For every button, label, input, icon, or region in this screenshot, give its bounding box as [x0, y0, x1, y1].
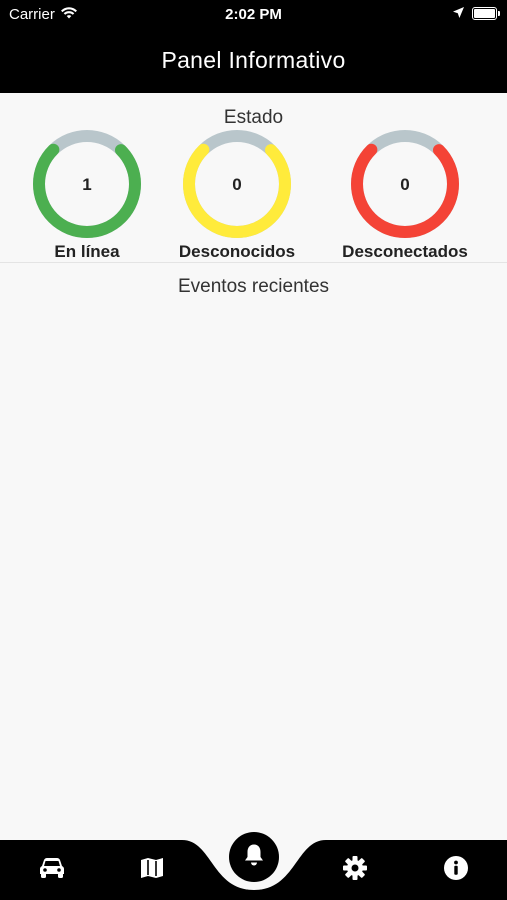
location-arrow-icon — [453, 5, 464, 22]
section-divider — [0, 262, 507, 263]
dashboard-screen: Carrier 2:02 PM Panel Informativo Estado — [0, 0, 507, 900]
clock: 2:02 PM — [225, 6, 282, 23]
gauge-disconnected-value: 0 — [400, 175, 410, 194]
nav-vehicles-button[interactable] — [37, 855, 67, 885]
nav-map-button[interactable] — [137, 855, 167, 885]
map-icon — [140, 857, 164, 884]
events-list[interactable] — [0, 300, 507, 838]
status-bar: Carrier 2:02 PM — [0, 0, 507, 28]
car-icon — [39, 857, 65, 884]
gauge-online-label: En línea — [54, 242, 120, 261]
gauge-online: 1 En línea — [27, 128, 147, 262]
events-section-title: Eventos recientes — [177, 276, 330, 297]
gauge-online-value: 1 — [82, 175, 92, 194]
bell-icon — [243, 843, 265, 872]
gauge-unknown: 0 Desconocidos — [177, 128, 297, 262]
page-title: Panel Informativo — [161, 47, 346, 73]
gauge-unknown-value: 0 — [232, 175, 242, 194]
gauge-disconnected: 0 Desconectados — [342, 128, 468, 262]
gear-icon — [342, 855, 368, 886]
nav-settings-button[interactable] — [340, 855, 370, 885]
app-bar: Panel Informativo — [0, 28, 507, 93]
info-icon — [443, 855, 469, 886]
nav-info-button[interactable] — [441, 855, 471, 885]
gauge-disconnected-label: Desconectados — [342, 242, 468, 261]
gauge-unknown-label: Desconocidos — [178, 242, 296, 261]
nav-notifications-button[interactable] — [229, 832, 279, 882]
status-section-title: Estado — [223, 107, 284, 128]
battery-icon — [472, 7, 500, 20]
